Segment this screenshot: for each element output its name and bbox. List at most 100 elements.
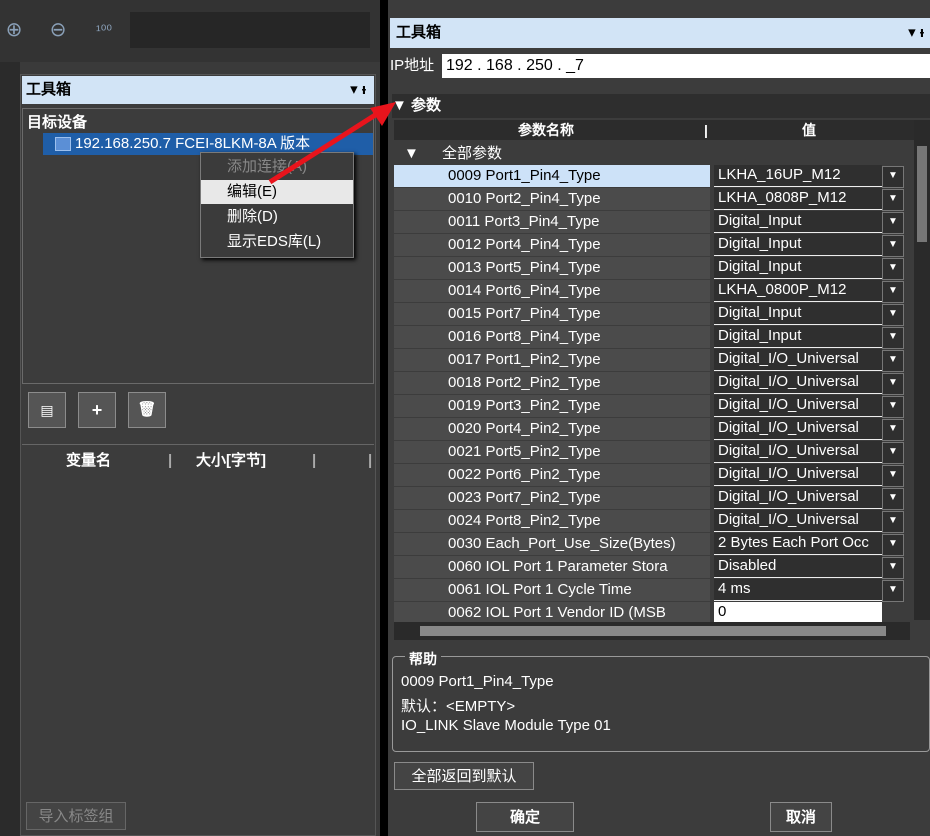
param-row[interactable]: 0030 Each_Port_Use_Size(Bytes) 2 Bytes Ea…: [394, 533, 912, 556]
param-value[interactable]: Digital_I/O_Universal: [714, 395, 882, 417]
param-value[interactable]: Digital_I/O_Universal: [714, 418, 882, 440]
param-value[interactable]: LKHA_0800P_M12: [714, 280, 882, 302]
dropdown-arrow-icon[interactable]: ▼: [882, 166, 904, 188]
param-value[interactable]: Digital_I/O_Universal: [714, 349, 882, 371]
import-tag-group-button[interactable]: 导入标签组: [26, 802, 126, 830]
collapse-icon[interactable]: ▼: [404, 143, 419, 165]
dropdown-arrow-icon[interactable]: ▼: [882, 373, 904, 395]
reset-all-default-button[interactable]: 全部返回到默认: [394, 762, 534, 790]
pin-icon[interactable]: ▾ ᵻ: [908, 18, 924, 48]
dropdown-arrow-icon[interactable]: ▼: [882, 442, 904, 464]
help-default: 默认：<EMPTY>: [401, 698, 516, 715]
help-description: IO_LINK Slave Module Type 01: [401, 717, 611, 734]
dropdown-arrow-icon[interactable]: ▼: [882, 511, 904, 533]
params-section-header[interactable]: ▼ 参数: [392, 94, 930, 118]
dropdown-arrow-icon[interactable]: ▼: [882, 350, 904, 372]
dropdown-arrow-icon[interactable]: ▼: [882, 235, 904, 257]
param-name: 0010 Port2_Pin4_Type: [394, 188, 710, 210]
dropdown-arrow-icon[interactable]: ▼: [882, 304, 904, 326]
col-size-bytes: 大小[字节]: [196, 452, 266, 469]
dropdown-arrow-icon[interactable]: ▼: [882, 419, 904, 441]
param-row[interactable]: 0018 Port2_Pin2_Type Digital_I/O_Universa…: [394, 372, 912, 395]
param-rows: 0009 Port1_Pin4_Type LKHA_16UP_M12 ▼ 0010 P…: [394, 165, 912, 625]
zoom-in-icon[interactable]: ⊕: [0, 16, 28, 44]
param-row[interactable]: 0014 Port6_Pin4_Type LKHA_0800P_M12 ▼: [394, 280, 912, 303]
delete-icon[interactable]: 🗑: [128, 392, 166, 428]
dropdown-arrow-icon[interactable]: ▼: [882, 580, 904, 602]
device-icon-bar: ▤ + 🗑: [22, 384, 374, 440]
dropdown-arrow-icon[interactable]: ▼: [882, 327, 904, 349]
col-divider: |: [168, 452, 173, 469]
param-row[interactable]: 0060 IOL Port 1 Parameter Stora Disabled ▼: [394, 556, 912, 579]
dropdown-arrow-icon[interactable]: ▼: [882, 281, 904, 303]
col-divider: |: [312, 452, 317, 469]
zoom-out-icon[interactable]: ⊖: [44, 16, 72, 44]
dropdown-arrow-icon[interactable]: ▼: [882, 396, 904, 418]
param-row[interactable]: 0019 Port3_Pin2_Type Digital_I/O_Universa…: [394, 395, 912, 418]
left-toolbox-title: 工具箱: [26, 81, 72, 98]
param-value[interactable]: Disabled: [714, 556, 882, 578]
all-params-group[interactable]: ▼ 全部参数: [394, 143, 914, 165]
param-row[interactable]: 0016 Port8_Pin4_Type Digital_Input ▼: [394, 326, 912, 349]
param-name: 0013 Port5_Pin4_Type: [394, 257, 710, 279]
param-row[interactable]: 0061 IOL Port 1 Cycle Time 4 ms ▼: [394, 579, 912, 602]
dropdown-arrow-icon[interactable]: ▼: [882, 534, 904, 556]
param-value[interactable]: Digital_Input: [714, 234, 882, 256]
dropdown-arrow-icon[interactable]: ▼: [882, 557, 904, 579]
dropdown-arrow-icon[interactable]: ▼: [882, 258, 904, 280]
param-name: 0016 Port8_Pin4_Type: [394, 326, 710, 348]
menu-item-show-eds[interactable]: 显示EDS库(L): [201, 230, 353, 254]
param-row[interactable]: 0021 Port5_Pin2_Type Digital_I/O_Universa…: [394, 441, 912, 464]
cancel-button[interactable]: 取消: [770, 802, 832, 832]
ok-button[interactable]: 确定: [476, 802, 574, 832]
param-name: 0012 Port4_Pin4_Type: [394, 234, 710, 256]
param-row[interactable]: 0017 Port1_Pin2_Type Digital_I/O_Universa…: [394, 349, 912, 372]
param-value[interactable]: Digital_I/O_Universal: [714, 464, 882, 486]
param-value[interactable]: 0: [714, 602, 882, 624]
param-value[interactable]: Digital_I/O_Universal: [714, 372, 882, 394]
param-value[interactable]: Digital_Input: [714, 257, 882, 279]
horizontal-scroll-thumb[interactable]: [420, 626, 886, 636]
param-name: 0009 Port1_Pin4_Type: [394, 165, 710, 187]
col-param-name: 参数名称: [518, 122, 574, 138]
device-list-icon[interactable]: ▤: [28, 392, 66, 428]
param-value[interactable]: Digital_Input: [714, 326, 882, 348]
add-icon[interactable]: +: [78, 392, 116, 428]
dropdown-arrow-icon[interactable]: ▼: [882, 488, 904, 510]
param-value[interactable]: Digital_Input: [714, 303, 882, 325]
param-row[interactable]: 0023 Port7_Pin2_Type Digital_I/O_Universa…: [394, 487, 912, 510]
dropdown-arrow-icon[interactable]: ▼: [882, 212, 904, 234]
param-value[interactable]: 2 Bytes Each Port Occ: [714, 533, 882, 555]
param-row[interactable]: 0020 Port4_Pin2_Type Digital_I/O_Universa…: [394, 418, 912, 441]
vertical-scroll-thumb[interactable]: [917, 146, 927, 242]
param-value[interactable]: LKHA_0808P_M12: [714, 188, 882, 210]
param-row[interactable]: 0015 Port7_Pin4_Type Digital_Input ▼: [394, 303, 912, 326]
dropdown-arrow-icon[interactable]: ▼: [882, 465, 904, 487]
zoom-toolbar: ⊕ ⊖ ¹⁰⁰: [0, 0, 380, 62]
param-value[interactable]: 4 ms: [714, 579, 882, 601]
param-name: 0061 IOL Port 1 Cycle Time: [394, 579, 710, 601]
col-value: 值: [802, 122, 816, 138]
param-value[interactable]: LKHA_16UP_M12: [714, 165, 882, 187]
param-name: 0021 Port5_Pin2_Type: [394, 441, 710, 463]
param-value[interactable]: Digital_I/O_Universal: [714, 510, 882, 532]
ip-address-input[interactable]: 192 . 168 . 250 . _7: [442, 54, 930, 78]
param-row[interactable]: 0013 Port5_Pin4_Type Digital_Input ▼: [394, 257, 912, 280]
param-row[interactable]: 0011 Port3_Pin4_Type Digital_Input ▼: [394, 211, 912, 234]
param-row[interactable]: 0022 Port6_Pin2_Type Digital_I/O_Universa…: [394, 464, 912, 487]
variable-table-header: 变量名 | 大小[字节] | |: [22, 449, 374, 473]
param-row[interactable]: 0024 Port8_Pin2_Type Digital_I/O_Universa…: [394, 510, 912, 533]
param-row[interactable]: 0010 Port2_Pin4_Type LKHA_0808P_M12 ▼: [394, 188, 912, 211]
all-params-label: 全部参数: [442, 145, 503, 162]
menu-item-delete[interactable]: 删除(D): [201, 205, 353, 229]
param-value[interactable]: Digital_I/O_Universal: [714, 441, 882, 463]
param-value[interactable]: Digital_I/O_Universal: [714, 487, 882, 509]
param-value[interactable]: Digital_Input: [714, 211, 882, 233]
param-row[interactable]: 0009 Port1_Pin4_Type LKHA_16UP_M12 ▼: [394, 165, 912, 188]
zoom-100-icon[interactable]: ¹⁰⁰: [90, 16, 118, 44]
param-name: 0030 Each_Port_Use_Size(Bytes): [394, 533, 710, 555]
param-row[interactable]: 0012 Port4_Pin4_Type Digital_Input ▼: [394, 234, 912, 257]
help-param-name: 0009 Port1_Pin4_Type: [401, 673, 554, 690]
ip-label: IP地址: [390, 57, 435, 74]
dropdown-arrow-icon[interactable]: ▼: [882, 189, 904, 211]
